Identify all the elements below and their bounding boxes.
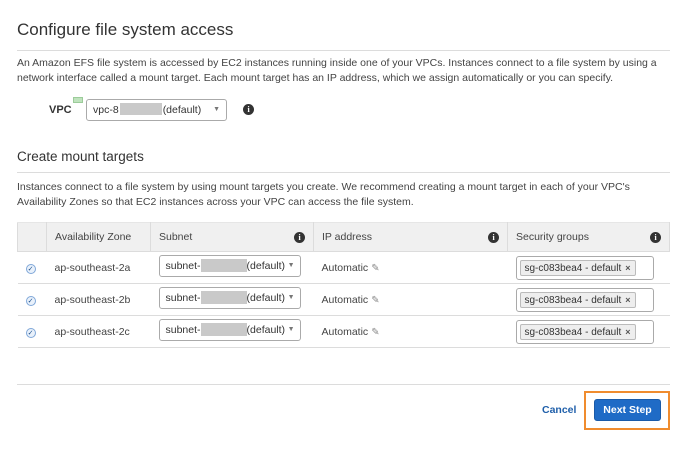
table-header-row: Availability Zone Subnet i IP address i Se… — [17, 222, 670, 252]
vpc-select-suffix: (default) — [162, 104, 202, 116]
row-checkbox[interactable]: ✓ — [25, 327, 36, 338]
table-row: ✓ ap-southeast-2c subnet- (default) ▼ Auto… — [17, 315, 670, 348]
security-groups-info-icon[interactable]: i — [650, 232, 661, 243]
column-header-subnet: Subnet i — [150, 222, 314, 252]
subnet-select[interactable]: subnet- (default) ▼ — [158, 287, 301, 309]
column-header-security-groups: Security groups i — [507, 222, 670, 252]
zone-cell: ap-southeast-2c — [46, 315, 151, 348]
column-header-ip-address: IP address i — [313, 222, 508, 252]
chevron-down-icon: ▼ — [287, 262, 295, 269]
security-groups-input[interactable]: sg-c083bea4 - default × — [515, 319, 654, 344]
ip-address-value: Automatic — [321, 325, 369, 338]
security-group-token: sg-c083bea4 - default × — [519, 259, 636, 276]
subnet-info-icon[interactable]: i — [294, 232, 305, 243]
redacted-block — [200, 259, 247, 272]
ip-address-value: Automatic — [321, 293, 369, 306]
vpc-select-prefix: vpc-8 — [93, 104, 119, 116]
cancel-button[interactable]: Cancel — [542, 404, 576, 416]
redacted-block — [119, 103, 162, 115]
redacted-block — [200, 291, 247, 304]
chevron-down-icon: ▼ — [287, 326, 295, 333]
zone-cell: ap-southeast-2b — [46, 283, 151, 316]
security-group-token: sg-c083bea4 - default × — [519, 291, 636, 308]
select-column-header — [17, 222, 47, 252]
vpc-info-icon[interactable]: i — [243, 104, 254, 115]
security-groups-input[interactable]: sg-c083bea4 - default × — [515, 287, 654, 312]
row-checkbox[interactable]: ✓ — [25, 295, 36, 306]
pencil-icon[interactable]: ✎ — [371, 263, 379, 274]
row-checkbox[interactable]: ✓ — [25, 263, 36, 274]
mount-targets-description: Instances connect to a file system by us… — [17, 181, 630, 208]
chevron-down-icon: ▼ — [287, 294, 295, 301]
table-row: ✓ ap-southeast-2b subnet- (default) ▼ Auto… — [17, 283, 670, 316]
divider — [17, 50, 670, 51]
vpc-tag-icon — [73, 97, 83, 103]
subnet-select[interactable]: subnet- (default) ▼ — [158, 255, 301, 277]
subnet-select[interactable]: subnet- (default) ▼ — [158, 319, 301, 341]
page-title: Configure file system access — [17, 20, 234, 39]
divider — [17, 172, 670, 173]
pencil-icon[interactable]: ✎ — [371, 295, 379, 306]
vpc-select[interactable]: vpc-8 (default) ▼ — [86, 99, 227, 121]
close-icon[interactable]: × — [625, 327, 630, 337]
pencil-icon[interactable]: ✎ — [371, 327, 379, 338]
close-icon[interactable]: × — [625, 295, 630, 305]
security-groups-input[interactable]: sg-c083bea4 - default × — [515, 255, 654, 280]
column-header-availability-zone: Availability Zone — [46, 222, 151, 252]
redacted-block — [200, 323, 247, 336]
table-row: ✓ ap-southeast-2a subnet- (default) ▼ Auto… — [17, 251, 670, 284]
mount-targets-table: Availability Zone Subnet i IP address i Se… — [17, 222, 670, 348]
zone-cell: ap-southeast-2a — [46, 251, 151, 284]
page-description: An Amazon EFS file system is accessed by… — [17, 57, 657, 84]
vpc-label: VPC — [49, 104, 72, 116]
footer-divider — [17, 384, 670, 385]
chevron-down-icon: ▼ — [213, 106, 220, 113]
ip-info-icon[interactable]: i — [488, 232, 499, 243]
next-step-button[interactable]: Next Step — [594, 399, 661, 421]
mount-targets-title: Create mount targets — [17, 149, 144, 164]
security-group-token: sg-c083bea4 - default × — [519, 323, 636, 340]
close-icon[interactable]: × — [625, 263, 630, 273]
ip-address-value: Automatic — [321, 261, 369, 274]
